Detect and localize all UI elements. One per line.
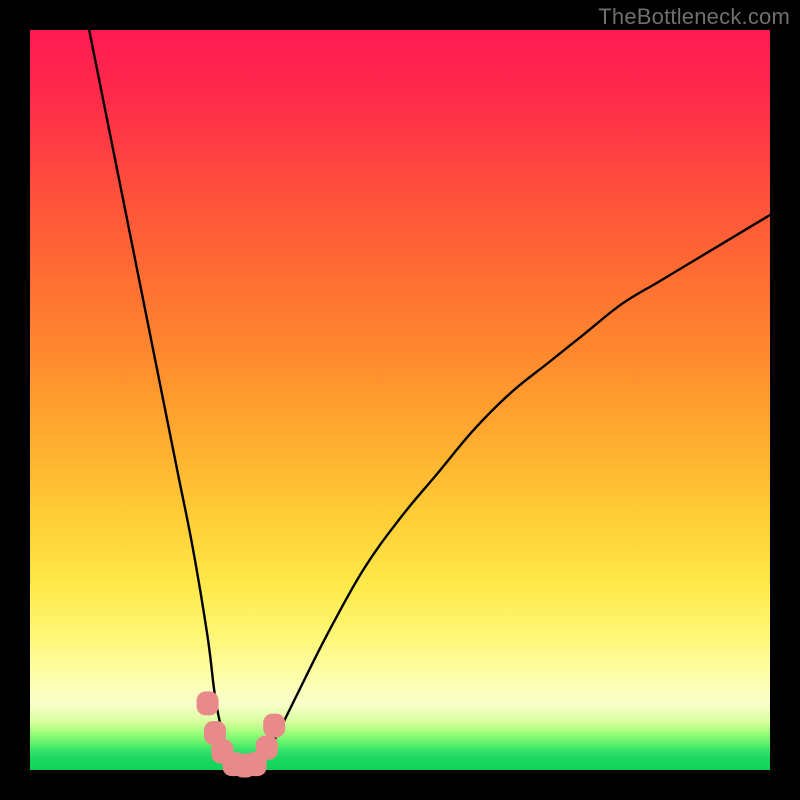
marker-group: [197, 691, 286, 777]
bottleneck-curve: [89, 30, 770, 767]
curve-marker: [256, 736, 278, 760]
curve-marker: [263, 714, 285, 738]
chart-svg: [30, 30, 770, 770]
watermark-text: TheBottleneck.com: [598, 4, 790, 30]
outer-frame: TheBottleneck.com: [0, 0, 800, 800]
curve-marker: [197, 691, 219, 715]
